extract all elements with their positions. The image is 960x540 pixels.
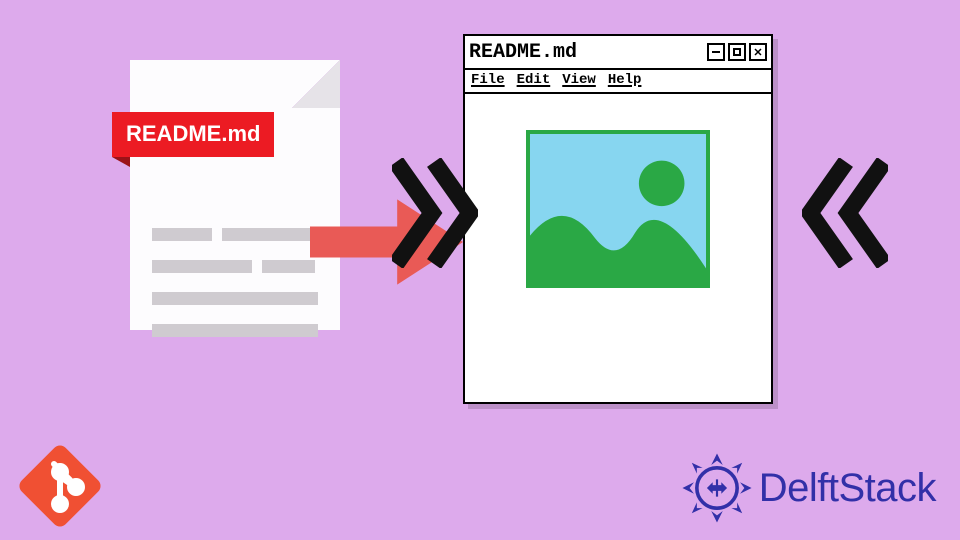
chevron-right-double-icon	[392, 158, 478, 268]
delftstack-logo: DelftStack	[681, 452, 936, 524]
chevron-left-double-icon	[802, 158, 888, 268]
delftstack-wordmark: DelftStack	[759, 466, 936, 511]
window-body	[465, 94, 771, 400]
maximize-button[interactable]	[728, 43, 746, 61]
menu-help[interactable]: Help	[608, 72, 642, 90]
text-editor-window: README.md File Edit View Help	[463, 34, 773, 404]
window-titlebar[interactable]: README.md	[465, 36, 771, 70]
readme-badge: README.md	[112, 112, 274, 157]
window-controls	[707, 43, 767, 61]
menu-file[interactable]: File	[471, 72, 505, 90]
image-placeholder-icon	[526, 130, 710, 288]
delftstack-emblem-icon	[681, 452, 753, 524]
menu-edit[interactable]: Edit	[517, 72, 551, 90]
close-button[interactable]	[749, 43, 767, 61]
menu-view[interactable]: View	[562, 72, 596, 90]
minimize-button[interactable]	[707, 43, 725, 61]
git-logo-icon	[12, 438, 108, 534]
window-menubar: File Edit View Help	[465, 70, 771, 94]
window-title: README.md	[469, 41, 577, 64]
doc-text-lines	[152, 228, 318, 356]
readme-document-icon: README.md	[130, 60, 340, 330]
